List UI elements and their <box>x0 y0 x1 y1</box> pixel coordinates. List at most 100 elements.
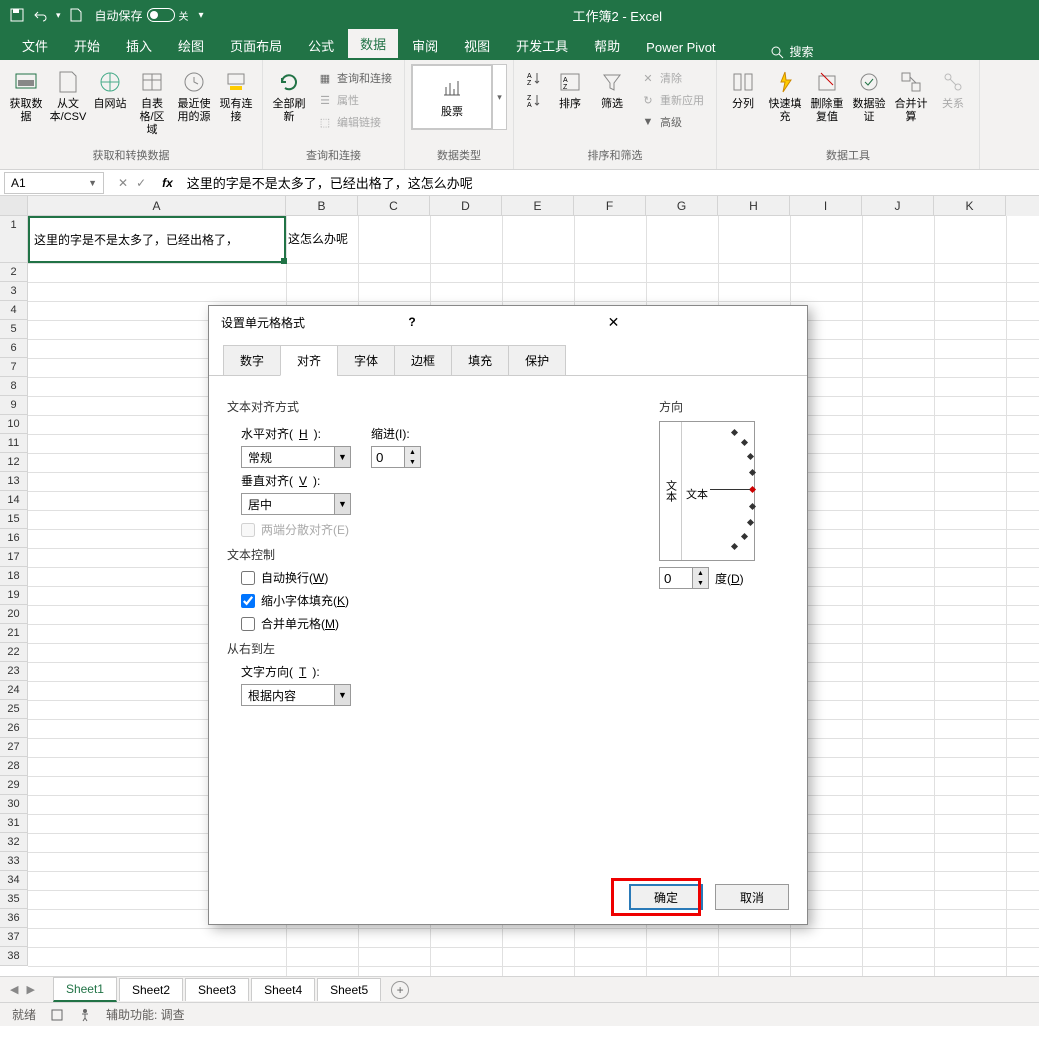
horiz-align-combo[interactable]: 常规▼ <box>241 446 351 468</box>
sheet-nav-next[interactable]: ▶ <box>26 983 34 996</box>
save-icon[interactable] <box>8 6 26 24</box>
macro-record-icon[interactable] <box>50 1008 64 1022</box>
col-header[interactable]: G <box>646 196 718 216</box>
filter-button[interactable]: 筛选 <box>592 64 632 115</box>
tab-insert[interactable]: 插入 <box>114 31 164 60</box>
tab-formulas[interactable]: 公式 <box>296 31 346 60</box>
text-to-columns-button[interactable]: 分列 <box>723 64 763 115</box>
row-header[interactable]: 27 <box>0 738 28 757</box>
col-header[interactable]: A <box>28 196 286 216</box>
ribbon-search[interactable]: 搜索 <box>770 43 814 60</box>
refresh-all-button[interactable]: 全部刷新 <box>269 64 309 128</box>
row-header[interactable]: 17 <box>0 548 28 567</box>
sort-button[interactable]: AZ排序 <box>550 64 590 115</box>
row-header[interactable]: 14 <box>0 491 28 510</box>
undo-icon[interactable] <box>32 6 50 24</box>
advanced-button[interactable]: ▼高级 <box>636 112 708 132</box>
dialog-close-button[interactable]: ✕ <box>608 314 795 331</box>
cell-a1-selected[interactable]: 这里的字是不是太多了，已经出格了， <box>28 216 286 263</box>
existing-connections-button[interactable]: 现有连接 <box>216 64 256 128</box>
row-header[interactable]: 10 <box>0 415 28 434</box>
col-header[interactable]: F <box>574 196 646 216</box>
consolidate-button[interactable]: 合并计算 <box>891 64 931 128</box>
row-header[interactable]: 22 <box>0 643 28 662</box>
queries-connections-button[interactable]: ▦查询和连接 <box>313 68 396 88</box>
clear-button[interactable]: ✕清除 <box>636 68 708 88</box>
edit-links-button[interactable]: ⬚编辑链接 <box>313 112 396 132</box>
row-header[interactable]: 34 <box>0 871 28 890</box>
row-header[interactable]: 13 <box>0 472 28 491</box>
row-header[interactable]: 9 <box>0 396 28 415</box>
tab-draw[interactable]: 绘图 <box>166 31 216 60</box>
properties-button[interactable]: ☰属性 <box>313 90 396 110</box>
row-header[interactable]: 23 <box>0 662 28 681</box>
tab-view[interactable]: 视图 <box>452 31 502 60</box>
row-header[interactable]: 28 <box>0 757 28 776</box>
autosave-toggle[interactable]: 自动保存 关 <box>95 7 189 24</box>
flash-fill-button[interactable]: 快速填充 <box>765 64 805 128</box>
col-header[interactable]: E <box>502 196 574 216</box>
add-sheet-button[interactable]: + <box>391 981 409 999</box>
row-header[interactable]: 36 <box>0 909 28 928</box>
row-header[interactable]: 7 <box>0 358 28 377</box>
wrap-text-checkbox[interactable]: 自动换行(W) <box>241 569 659 586</box>
row-header[interactable]: 37 <box>0 928 28 947</box>
col-header[interactable]: D <box>430 196 502 216</box>
vert-align-combo[interactable]: 居中▼ <box>241 493 351 515</box>
from-table-button[interactable]: 自表格/区域 <box>132 64 172 142</box>
new-file-icon[interactable] <box>67 6 85 24</box>
sheet-tab[interactable]: Sheet1 <box>53 977 117 1002</box>
tab-home[interactable]: 开始 <box>62 31 112 60</box>
row-header[interactable]: 31 <box>0 814 28 833</box>
sheet-tab[interactable]: Sheet5 <box>317 978 381 1001</box>
col-header[interactable]: C <box>358 196 430 216</box>
data-types-gallery[interactable]: 股票 ▾ <box>411 64 507 130</box>
row-header[interactable]: 1 <box>0 216 28 263</box>
row-header[interactable]: 26 <box>0 719 28 738</box>
tab-data[interactable]: 数据 <box>348 29 398 60</box>
row-header[interactable]: 30 <box>0 795 28 814</box>
row-header[interactable]: 3 <box>0 282 28 301</box>
data-validation-button[interactable]: 数据验证 <box>849 64 889 128</box>
dlg-tab-border[interactable]: 边框 <box>394 345 452 376</box>
row-header[interactable]: 15 <box>0 510 28 529</box>
row-header[interactable]: 11 <box>0 434 28 453</box>
tab-review[interactable]: 审阅 <box>400 31 450 60</box>
dlg-tab-protection[interactable]: 保护 <box>508 345 566 376</box>
col-header[interactable]: J <box>862 196 934 216</box>
sort-asc-button[interactable]: AZ <box>522 68 546 88</box>
remove-duplicates-button[interactable]: 删除重复值 <box>807 64 847 128</box>
row-header[interactable]: 18 <box>0 567 28 586</box>
dlg-tab-number[interactable]: 数字 <box>223 345 281 376</box>
indent-spinner[interactable]: ▲▼ <box>371 446 421 468</box>
dlg-tab-alignment[interactable]: 对齐 <box>280 345 338 376</box>
degrees-spinner[interactable]: ▲▼ <box>659 567 709 589</box>
row-header[interactable]: 16 <box>0 529 28 548</box>
row-header[interactable]: 35 <box>0 890 28 909</box>
select-all-corner[interactable] <box>0 196 28 216</box>
from-text-csv-button[interactable]: 从文本/CSV <box>48 64 88 128</box>
sheet-tab[interactable]: Sheet4 <box>251 978 315 1001</box>
tab-power-pivot[interactable]: Power Pivot <box>634 35 727 60</box>
col-header[interactable]: B <box>286 196 358 216</box>
name-box[interactable]: A1▼ <box>4 172 104 194</box>
row-header[interactable]: 21 <box>0 624 28 643</box>
col-header[interactable]: I <box>790 196 862 216</box>
shrink-to-fit-checkbox[interactable]: 缩小字体填充(K) <box>241 592 659 609</box>
row-header[interactable]: 8 <box>0 377 28 396</box>
ok-button[interactable]: 确定 <box>629 884 703 910</box>
accessibility-icon[interactable] <box>78 1008 92 1022</box>
orientation-control[interactable]: 文本 文本 <box>659 421 755 561</box>
dlg-tab-font[interactable]: 字体 <box>337 345 395 376</box>
row-header[interactable]: 20 <box>0 605 28 624</box>
sheet-nav-prev[interactable]: ◀ <box>10 983 18 996</box>
recent-sources-button[interactable]: 最近使用的源 <box>174 64 214 128</box>
row-header[interactable]: 33 <box>0 852 28 871</box>
row-header[interactable]: 4 <box>0 301 28 320</box>
row-header[interactable]: 12 <box>0 453 28 472</box>
fx-icon[interactable]: fx <box>162 176 173 190</box>
row-header[interactable]: 6 <box>0 339 28 358</box>
row-header[interactable]: 25 <box>0 700 28 719</box>
relationships-button[interactable]: 关系 <box>933 64 973 115</box>
merge-cells-checkbox[interactable]: 合并单元格(M) <box>241 615 659 632</box>
